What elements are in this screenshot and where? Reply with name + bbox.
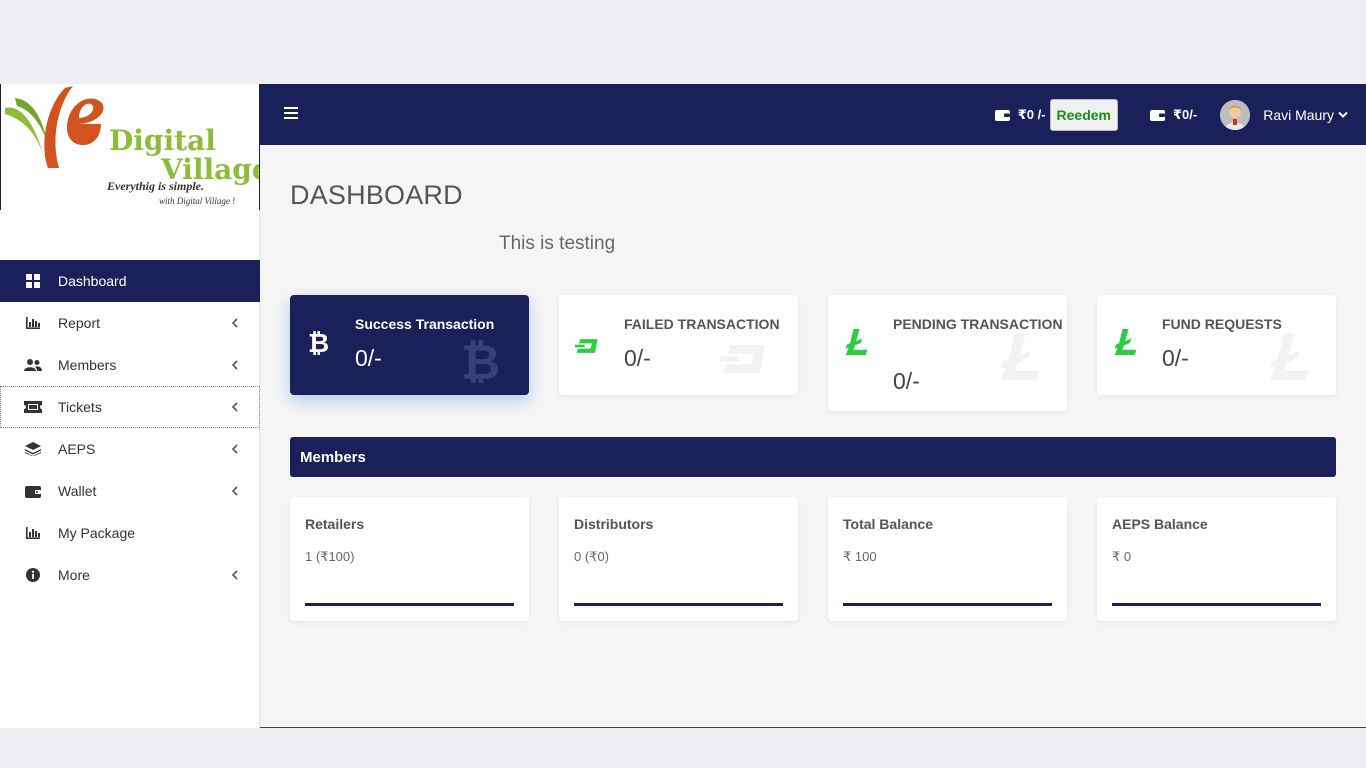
chevron-left-icon [229,569,241,581]
dashboard-icon [24,272,42,290]
members-section-header: Members [290,437,1336,477]
wallet-icon [1149,109,1165,121]
sidebar-item-label: AEPS [58,441,96,457]
svg-text:₿: ₿ [461,335,500,383]
stat-value: 0/- [624,345,651,371]
page-title: DASHBOARD [290,180,463,210]
stat-card-pending[interactable]: PENDING TRANSACTION 0/- [828,295,1067,411]
stat-value: 0/- [355,345,382,371]
member-card-title: Retailers [305,516,365,532]
member-card-distributors[interactable]: Distributors 0 (₹0) [559,497,798,621]
stat-card-success[interactable]: ₿ Success Transaction 0/- ₿ [290,295,529,395]
sidebar-item-more[interactable]: More [0,554,260,596]
member-card-title: Total Balance [843,516,933,532]
sidebar-item-label: Wallet [58,483,97,499]
member-card-aeps-balance[interactable]: AEPS Balance ₹ 0 [1097,497,1336,621]
chevron-left-icon [229,443,241,455]
sidebar-item-label: Report [58,315,101,331]
avatar[interactable] [1220,99,1251,130]
logo-graphic: Digital Village Everythig is simple. wit… [5,86,270,206]
litecoin-icon [1270,333,1309,381]
divider [574,603,783,606]
svg-text:with Digital Village !: with Digital Village ! [159,196,235,206]
dash-icon [575,339,598,353]
layers-icon [24,440,42,458]
brand-logo[interactable]: Digital Village Everythig is simple. wit… [0,84,270,210]
top-navbar: ₹0 /- Reedem ₹0/- Ravi Maury [260,84,1366,145]
stat-card-failed[interactable]: FAILED TRANSACTION 0/- [559,295,798,395]
wallet-icon [24,482,42,500]
member-card-value: ₹ 100 [843,549,877,564]
menu-toggle-icon[interactable] [284,107,298,121]
info-icon [24,566,42,584]
svg-text:₿: ₿ [308,329,329,355]
bitcoin-icon: ₿ [461,335,500,383]
sidebar-item-label: Tickets [58,399,102,415]
litecoin-icon [1114,329,1137,355]
stat-title: Success Transaction [355,316,495,332]
chevron-left-icon [229,401,241,413]
divider [305,603,514,606]
member-card-value: 0 (₹0) [574,549,610,564]
stat-card-fund-requests[interactable]: FUND REQUESTS 0/- [1097,295,1336,395]
sidebar-item-wallet[interactable]: Wallet [0,470,260,512]
aeps-wallet-balance: ₹0/- [1172,106,1198,122]
users-icon [24,356,42,374]
sidebar-item-members[interactable]: Members [0,344,260,386]
sidebar-item-label: Members [58,357,117,373]
app-frame: Digital Village Everythig is simple. wit… [0,84,1366,728]
sidebar-item-report[interactable]: Report [0,302,260,344]
litecoin-icon [845,329,868,355]
member-card-retailers[interactable]: Retailers 1 (₹100) [290,497,529,621]
sidebar-item-label: My Package [58,525,136,541]
member-card-title: AEPS Balance [1112,516,1208,532]
sidebar-item-tickets[interactable]: Tickets [0,386,260,428]
member-card-title: Distributors [574,516,654,532]
user-name: Ravi Maury [1263,106,1334,123]
bar-chart-icon [24,524,42,542]
ticket-icon [24,398,42,416]
wallet-balance: ₹0 /- [1017,106,1046,122]
sidebar-item-aeps[interactable]: AEPS [0,428,260,470]
sidebar-item-label: Dashboard [58,273,127,289]
litecoin-icon [1001,333,1040,381]
notice-text: This is testing [499,233,616,254]
dash-icon [720,345,766,373]
bar-chart-icon [24,314,42,332]
member-card-total-balance[interactable]: Total Balance ₹ 100 [828,497,1067,621]
topbar-actions: ₹0 /- Reedem ₹0/- Ravi Maury [994,84,1348,145]
sidebar-item-my-package[interactable]: My Package [0,512,260,554]
chevron-left-icon [229,317,241,329]
svg-text:Everythig is simple.: Everythig is simple. [106,179,204,193]
sidebar-item-dashboard[interactable]: Dashboard [0,260,260,302]
member-card-value: ₹ 0 [1112,549,1132,564]
redeem-button[interactable]: Reedem [1049,98,1118,131]
chevron-left-icon [229,359,241,371]
sidebar-item-label: More [58,567,90,583]
chevron-left-icon [229,485,241,497]
stat-value: 0/- [1162,345,1189,371]
user-menu[interactable]: Ravi Maury [1263,107,1348,123]
divider [843,603,1052,606]
wallet-icon [994,109,1010,121]
stat-title: FAILED TRANSACTION [624,316,780,332]
divider [1112,603,1321,606]
member-card-value: 1 (₹100) [305,549,355,564]
sidebar-nav: Dashboard Report Members Tickets AEPS Wa… [0,260,260,596]
sidebar: Digital Village Everythig is simple. wit… [0,84,270,728]
bitcoin-icon: ₿ [308,329,329,355]
chevron-down-icon [1338,111,1348,118]
stat-value: 0/- [893,368,920,394]
